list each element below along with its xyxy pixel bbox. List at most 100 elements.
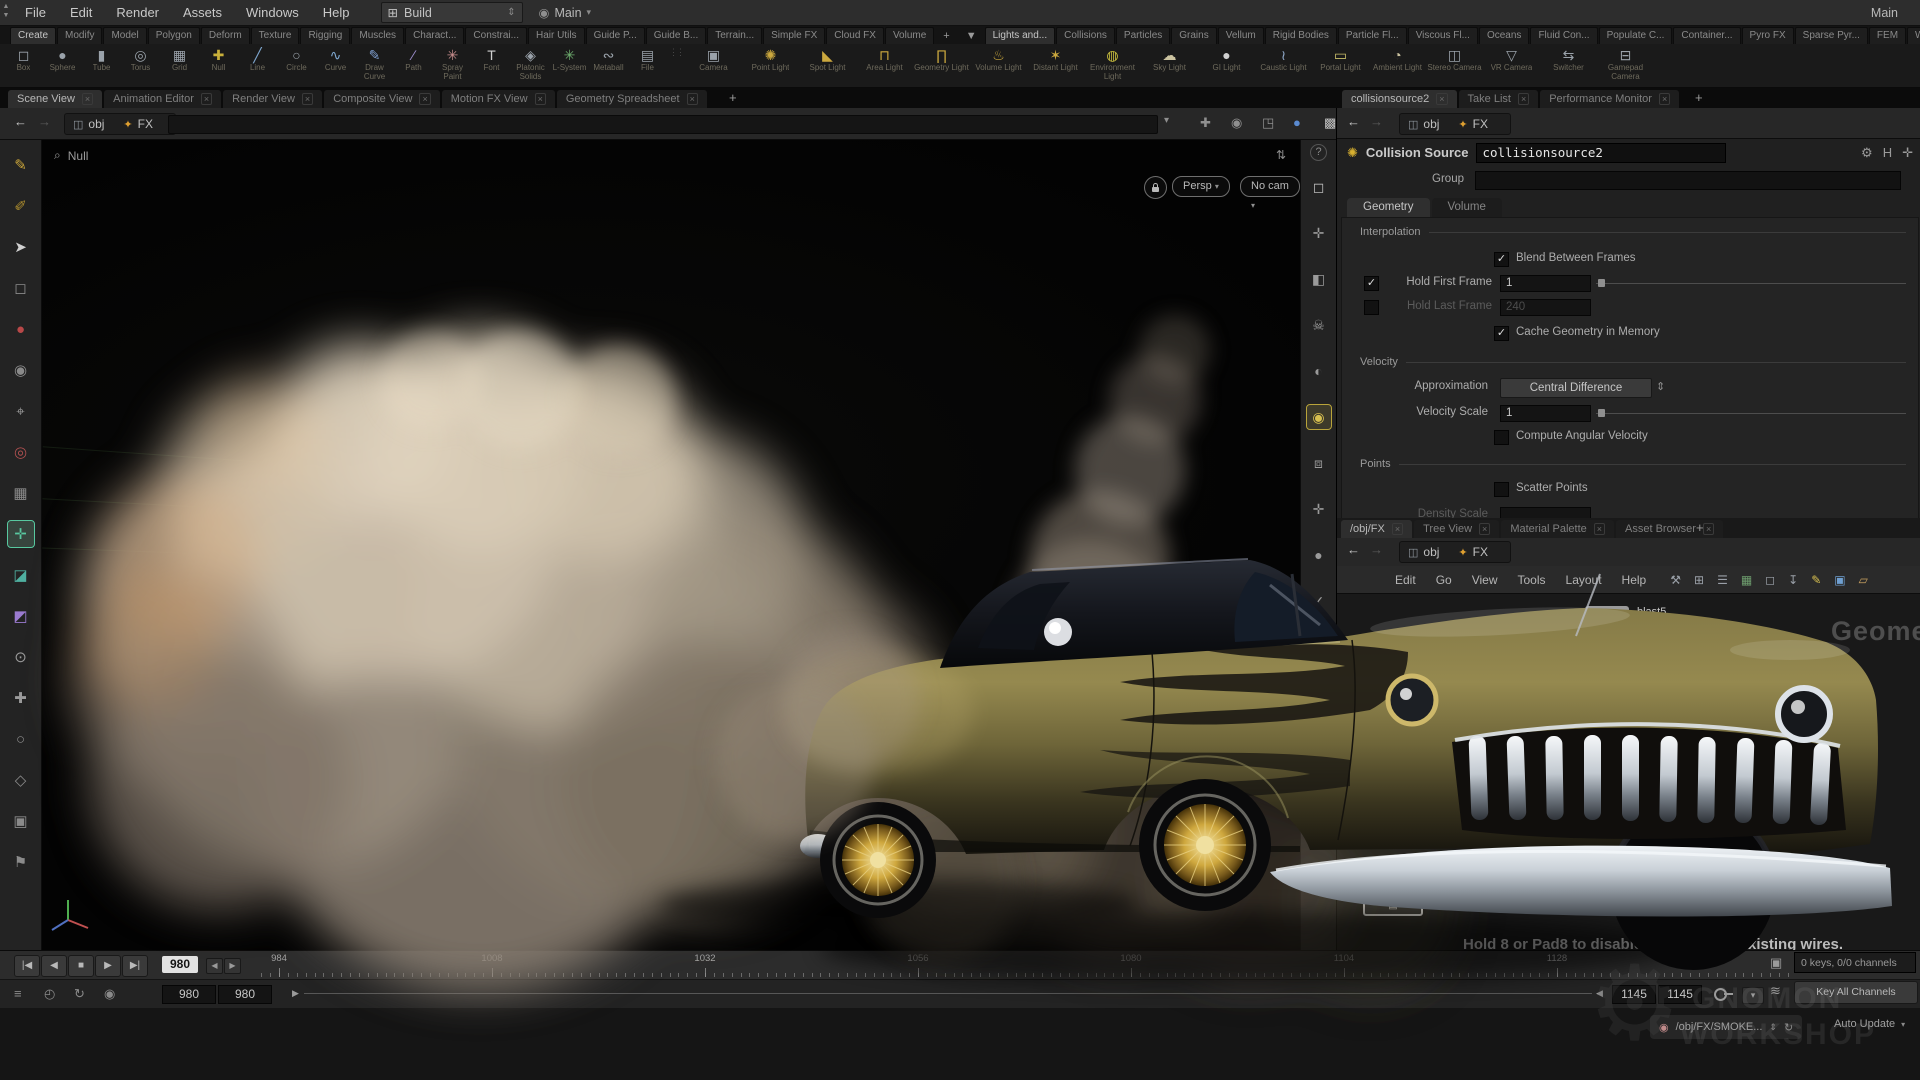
forward-button[interactable]: → xyxy=(1370,542,1383,557)
item-viscous-fl-[interactable]: Viscous Fl... xyxy=(1408,27,1478,44)
chevron-down-icon[interactable]: ▾ xyxy=(1164,115,1169,126)
step-back-button[interactable]: ◀ xyxy=(206,958,223,974)
pen-tool-icon[interactable]: ✐ xyxy=(8,193,34,219)
item-fluid-con-[interactable]: Fluid Con... xyxy=(1530,27,1597,44)
item-polygon[interactable]: Polygon xyxy=(148,27,200,44)
paint-icon[interactable]: ● xyxy=(8,316,34,342)
camera-tool[interactable]: ▣Camera xyxy=(685,44,742,87)
box-select-icon[interactable]: ◻ xyxy=(8,275,34,301)
add-param-tab-button[interactable]: + xyxy=(1688,90,1710,105)
item-muscles[interactable]: Muscles xyxy=(351,27,404,44)
environment-light-tool[interactable]: ◍Environment Light xyxy=(1084,44,1141,87)
item-hair-utils[interactable]: Hair Utils xyxy=(528,27,585,44)
motion-path-icon[interactable]: ≋ xyxy=(1770,983,1781,999)
save-icon[interactable]: ↧ xyxy=(1788,573,1798,587)
selection-mode-icon[interactable]: ◻ xyxy=(1307,175,1331,199)
item-sparse-pyr-[interactable]: Sparse Pyr... xyxy=(1795,27,1868,44)
path-chip-obj[interactable]: ◫obj✦FX xyxy=(64,113,176,135)
net-menu-help[interactable]: Help xyxy=(1612,573,1657,587)
folder-icon[interactable]: ▱ xyxy=(1859,573,1868,587)
tab-volume[interactable]: Volume xyxy=(1432,198,1502,217)
item-deform[interactable]: Deform xyxy=(201,27,250,44)
param-path-chips[interactable]: ◫obj ✦FX xyxy=(1399,113,1511,135)
add-pane-tab-button[interactable]: + xyxy=(722,90,744,105)
shelf-add-button[interactable]: + xyxy=(935,28,957,44)
back-button[interactable]: ← xyxy=(14,114,27,129)
approximation-dropdown[interactable]: Central Difference xyxy=(1500,378,1652,398)
net-menu-layout[interactable]: Layout xyxy=(1556,573,1612,587)
note-icon[interactable]: ✎ xyxy=(1811,573,1821,587)
item-rigging[interactable]: Rigging xyxy=(300,27,350,44)
net-menu-view[interactable]: View xyxy=(1462,573,1508,587)
torus-tool[interactable]: ◎Torus xyxy=(121,44,160,87)
tab-animation-editor[interactable]: Animation Editor× xyxy=(104,90,221,108)
path-chip-obj[interactable]: ◫obj xyxy=(1408,117,1439,131)
pivot-icon[interactable]: ⊙ xyxy=(8,644,34,670)
playback-start-field[interactable]: 980 xyxy=(218,985,272,1004)
image-icon[interactable]: ▣ xyxy=(1834,573,1845,587)
menu-render[interactable]: Render xyxy=(105,0,170,26)
point-light-tool[interactable]: ✺Point Light xyxy=(742,44,799,87)
range-right-handle[interactable]: ◀ xyxy=(1596,988,1603,999)
refresh-icon[interactable]: ↻ xyxy=(1784,1021,1793,1034)
item-vellum[interactable]: Vellum xyxy=(1218,27,1264,44)
global-end-field[interactable]: 1145 xyxy=(1658,985,1702,1004)
curve-tool[interactable]: ∿Curve xyxy=(316,44,355,87)
scale-tool-icon[interactable]: ◪ xyxy=(8,562,34,588)
geometry-light-tool[interactable]: ∏Geometry Light xyxy=(913,44,970,87)
tab-take-list[interactable]: Take List× xyxy=(1459,90,1539,108)
key-icon[interactable] xyxy=(1714,988,1727,1001)
net-menu-tools[interactable]: Tools xyxy=(1508,573,1556,587)
handle-icon[interactable]: ✛ xyxy=(1307,497,1331,521)
lock-camera-toggle[interactable] xyxy=(1144,176,1167,199)
null-tool[interactable]: ✚Null xyxy=(199,44,238,87)
item-particles[interactable]: Particles xyxy=(1116,27,1170,44)
lock-view-icon[interactable]: ◧ xyxy=(1307,267,1331,291)
path-field[interactable] xyxy=(168,115,1158,134)
snap-icon[interactable]: ⌖ xyxy=(8,398,34,424)
item-texture[interactable]: Texture xyxy=(251,27,300,44)
stereo-camera-tool[interactable]: ◫Stereo Camera xyxy=(1426,44,1483,87)
item-volume[interactable]: Volume xyxy=(885,27,934,44)
item-simple-fx[interactable]: Simple FX xyxy=(763,27,825,44)
auto-update-selector[interactable]: Auto Update ▾ xyxy=(1834,1018,1905,1030)
shelf-grip-handle[interactable]: ⋮⋮ xyxy=(669,48,679,87)
tab-render-view[interactable]: Render View× xyxy=(223,90,322,108)
playback-range-slider[interactable] xyxy=(304,993,1592,994)
display-options-icon[interactable]: ⇅ xyxy=(1276,148,1286,162)
file-tool[interactable]: ▤File xyxy=(628,44,667,87)
frame-box-icon[interactable]: ⧈ xyxy=(1307,451,1331,475)
tab-composite-view[interactable]: Composite View× xyxy=(324,90,440,108)
tab-material-palette[interactable]: Material Palette× xyxy=(1501,520,1614,538)
forward-button[interactable]: → xyxy=(38,114,51,129)
group-field[interactable] xyxy=(1475,171,1901,190)
item-container-[interactable]: Container... xyxy=(1673,27,1740,44)
grid-tool[interactable]: ▦Grid xyxy=(160,44,199,87)
global-start-field[interactable]: 980 xyxy=(162,985,216,1004)
path-chip-fx[interactable]: ✦FX xyxy=(1458,545,1488,559)
back-button[interactable]: ← xyxy=(1347,114,1360,129)
play-button[interactable]: ▶ xyxy=(95,955,121,977)
shelf-caret-button[interactable]: ▼ xyxy=(958,28,985,44)
tube-tool[interactable]: ▮Tube xyxy=(82,44,121,87)
item-modify[interactable]: Modify xyxy=(57,27,102,44)
go-start-button[interactable]: |◀ xyxy=(14,955,40,977)
pan-hand-icon[interactable]: ✛ xyxy=(1307,221,1331,245)
network-footer-path[interactable]: ◉ /obj/FX/SMOKE... ⇕ ↻ xyxy=(1650,1015,1802,1039)
path-chip-fx[interactable]: ✦FX xyxy=(1458,117,1488,131)
range-left-handle[interactable]: ▶ xyxy=(292,988,299,999)
grid-view-icon[interactable]: ▦ xyxy=(1741,573,1752,587)
spot-light-tool[interactable]: ◣Spot Light xyxy=(799,44,856,87)
camera-view-icon[interactable]: ▣ xyxy=(8,808,34,834)
pencil-tool-icon[interactable]: ✎ xyxy=(8,152,34,178)
current-frame-field[interactable]: 980 xyxy=(162,956,198,973)
playback-end-field[interactable]: 1145 xyxy=(1612,985,1656,1004)
volume-light-tool[interactable]: ♨Volume Light xyxy=(970,44,1027,87)
loop-icon[interactable]: ↻ xyxy=(74,986,85,1002)
item-populate-c-[interactable]: Populate C... xyxy=(1599,27,1673,44)
menu-file[interactable]: File xyxy=(14,0,57,26)
persp-view-selector[interactable]: Persp ▾ xyxy=(1172,176,1230,197)
back-button[interactable]: ← xyxy=(1347,542,1360,557)
expand-icon[interactable]: ◻ xyxy=(1765,573,1775,587)
link-dot-icon[interactable]: ● xyxy=(1293,115,1301,130)
